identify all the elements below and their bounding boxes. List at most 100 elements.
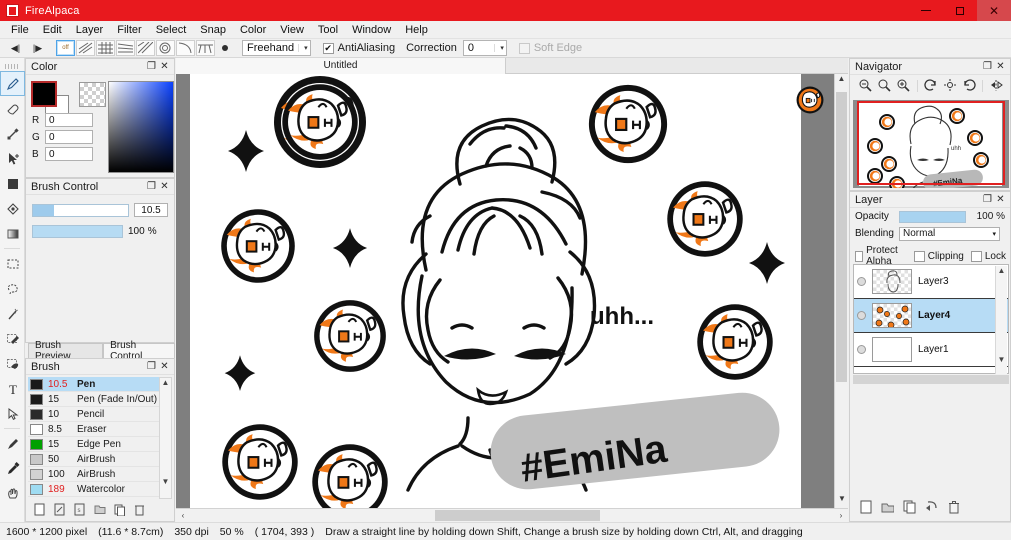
scroll-right-icon[interactable]: › [834,511,848,520]
correction-select[interactable]: 0 ▾ [463,40,507,56]
menu-edit[interactable]: Edit [36,22,69,38]
brush-tool[interactable] [0,431,25,456]
edit-brush-icon[interactable] [53,503,66,517]
close-icon[interactable]: ✕ [158,361,171,372]
snap-perspective-icon[interactable] [196,40,215,56]
r-input[interactable]: 0 [45,113,93,127]
brush-item-airbrush-100[interactable]: 100 AirBrush [28,467,160,482]
layer-visibility-toggle[interactable] [857,311,866,320]
close-button[interactable]: ✕ [977,0,1011,21]
scroll-up-icon[interactable]: ▲ [996,266,1007,275]
script-brush-icon[interactable]: s [73,503,86,517]
brush-item-pen-fade[interactable]: 15 Pen (Fade In/Out) [28,392,160,407]
brush-item-airbrush-50[interactable]: 50 AirBrush [28,452,160,467]
magic-wand-tool[interactable] [0,301,25,326]
tab-brush-control[interactable]: Brush Control [103,343,175,358]
eyedropper-tool[interactable] [0,456,25,481]
layer-row-layer4[interactable]: Layer4 [854,299,1008,333]
b-input[interactable]: 0 [45,147,93,161]
tab-brush-preview[interactable]: Brush Preview [28,343,103,358]
menu-color[interactable]: Color [233,22,273,38]
hscroll-thumb[interactable] [435,510,600,521]
canvas-paper[interactable]: uhh... #EmiNa [190,74,801,508]
delete-layer-icon[interactable] [947,500,960,514]
close-icon[interactable]: ✕ [158,181,171,192]
snap-diagonal-icon[interactable] [76,40,95,56]
float-icon[interactable]: ❐ [145,361,158,372]
hand-tool[interactable] [0,481,25,506]
shape-select[interactable]: Freehand ▾ [242,40,311,56]
scroll-down-icon[interactable]: ▼ [835,494,849,508]
maximize-button[interactable] [943,0,977,21]
rotate-left-icon[interactable] [923,78,940,93]
new-folder-icon[interactable] [881,500,894,514]
new-layer-icon[interactable] [859,500,872,514]
menu-window[interactable]: Window [345,22,398,38]
flip-icon[interactable] [988,78,1005,93]
softedge-checkbox[interactable]: Soft Edge [519,42,582,54]
folder-icon[interactable] [93,503,106,517]
clipping-checkbox[interactable]: Clipping [914,251,964,262]
brush-size-slider[interactable] [32,204,129,217]
layer-row-layer1[interactable]: Layer1 [854,333,1008,367]
snap-point-icon[interactable] [216,40,234,56]
canvas-viewport[interactable]: uhh... #EmiNa [176,74,834,508]
new-brush-icon[interactable] [33,503,46,517]
lasso-select-tool[interactable] [0,276,25,301]
canvas-tab-untitled[interactable]: Untitled [176,58,506,74]
prev-step-icon[interactable]: ◀| [6,40,25,56]
duplicate-layer-icon[interactable] [903,500,916,514]
scroll-down-icon[interactable]: ▼ [996,355,1007,364]
operation-tool[interactable] [0,196,25,221]
layer-visibility-toggle[interactable] [857,345,866,354]
close-icon[interactable]: ✕ [994,61,1007,72]
transparent-swatch[interactable] [79,82,106,107]
canvas-vertical-scrollbar[interactable]: ▲ ▼ [834,74,848,508]
scroll-up-icon[interactable]: ▲ [160,378,171,387]
rect-select-tool[interactable] [0,251,25,276]
menu-filter[interactable]: Filter [110,22,148,38]
snap-off-icon[interactable]: off [56,40,75,56]
brush-item-watercolor[interactable]: 189 Watercolor [28,482,160,497]
navigator-thumbnail[interactable]: #EmiNa uhh [853,100,1009,188]
pen-tool[interactable] [0,71,25,96]
layer-list-scrollbar[interactable]: ▲ ▼ [995,266,1007,374]
next-step-icon[interactable]: |▶ [28,40,47,56]
canvas-horizontal-scrollbar[interactable]: ‹ › [176,508,848,522]
brush-list-scrollbar[interactable]: ▲ ▼ [159,377,172,499]
layer-opacity-slider[interactable] [899,211,966,223]
snap-radial-icon[interactable] [156,40,175,56]
hscroll-track[interactable] [190,510,834,521]
float-icon[interactable]: ❐ [981,194,994,205]
select-eraser-tool[interactable] [0,351,25,376]
delete-brush-icon[interactable] [133,503,146,517]
duplicate-brush-icon[interactable] [113,503,126,517]
brush-opacity-slider[interactable] [32,225,123,238]
menu-view[interactable]: View [273,22,311,38]
vscroll-thumb[interactable] [836,92,847,382]
snap-curve-icon[interactable] [176,40,195,56]
layer-row-layer3[interactable]: Layer3 [854,265,1008,299]
menu-help[interactable]: Help [398,22,435,38]
navigator-viewport-rect[interactable] [857,101,1005,185]
brush-size-value[interactable]: 10.5 [134,203,168,217]
menu-snap[interactable]: Snap [193,22,233,38]
menu-file[interactable]: File [4,22,36,38]
move-tool[interactable] [0,146,25,171]
close-icon[interactable]: ✕ [158,61,171,72]
zoom-out-icon[interactable] [857,78,874,93]
gradient-tool[interactable] [0,221,25,246]
alpaca-mascot-icon[interactable] [796,86,824,114]
merge-down-icon[interactable] [925,500,938,514]
layer-visibility-toggle[interactable] [857,277,866,286]
brush-item-edge-pen[interactable]: 15 Edge Pen [28,437,160,452]
eraser-tool[interactable] [0,96,25,121]
brush-item-eraser[interactable]: 8.5 Eraser [28,422,160,437]
text-tool[interactable]: T [0,376,25,401]
minimize-button[interactable] [909,0,943,21]
brush-item-pencil[interactable]: 10 Pencil [28,407,160,422]
g-input[interactable]: 0 [45,130,93,144]
select-pen-tool[interactable] [0,326,25,351]
scroll-left-icon[interactable]: ‹ [176,511,190,520]
menu-tool[interactable]: Tool [311,22,345,38]
